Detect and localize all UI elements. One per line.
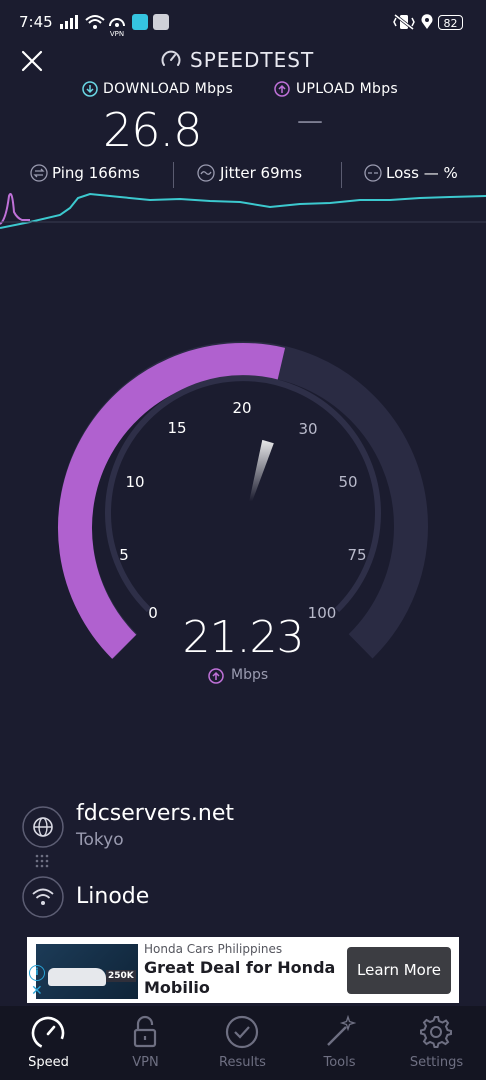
jitter-value: 69ms [260,164,303,182]
gauge-needle [249,439,274,502]
download-value: 26.8 [103,103,202,157]
ad-price-tag: 250K [106,970,136,982]
nav-results[interactable]: Results [194,1006,291,1080]
ad-headline-line: Mobilio [144,978,210,997]
upload-arrow-icon [208,668,224,684]
gauge-tick: 75 [347,546,366,564]
gauge-tick: 30 [298,420,317,438]
upload-value: — [297,106,323,136]
ping-stat: Ping 166ms [52,164,140,182]
ping-icon [30,164,48,182]
jitter-stat: Jitter 69ms [220,164,302,182]
download-arrow-icon [82,81,98,97]
upload-label: UPLOAD Mbps [296,81,399,97]
gauge-tick: 20 [232,399,251,417]
ad-banner[interactable]: 250K i ✕ Honda Cars Philippines Great De… [27,937,459,1003]
app-title: SPEEDTEST [190,48,315,72]
lock-icon [133,1015,157,1048]
close-button[interactable] [17,46,47,76]
download-label: DOWNLOAD Mbps [103,81,234,97]
upload-arrow-icon [274,81,290,97]
server-host[interactable]: fdcservers.net [76,801,234,826]
magic-wand-icon [327,1015,356,1046]
gauge-tick: 5 [119,546,129,564]
loss-value: — [423,164,439,182]
app-notification-icon [132,14,148,30]
connector-dots-icon [35,854,49,868]
checkmark-circle-icon [225,1015,259,1049]
status-time: 7:45 [19,13,53,31]
nav-label: VPN [132,1055,159,1070]
jitter-label: Jitter [220,164,256,182]
unit-label: Mbps [231,667,269,683]
gauge-tick: 15 [167,419,186,437]
ad-advertiser: Honda Cars Philippines [144,942,283,956]
loss-stat: Loss — % [386,164,458,182]
app-notification-icon [153,14,169,30]
vpn-status-icon: VPN [107,12,127,38]
car-image [48,968,106,986]
ad-close-icon[interactable]: ✕ [31,983,43,999]
speedometer-icon [31,1016,65,1050]
ping-label: Ping [52,164,84,182]
gauge-tick: 50 [338,473,357,491]
ping-value: 166ms [88,164,140,182]
ad-headline: Great Deal for Honda Mobilio [144,958,335,998]
nav-label: Results [219,1055,266,1070]
nav-speed[interactable]: Speed [0,1006,97,1080]
server-location: Tokyo [76,830,124,850]
speed-graph [0,192,486,229]
nav-label: Tools [323,1055,356,1070]
ad-image[interactable]: 250K [36,944,138,999]
loss-icon [364,164,382,182]
provider-name: Linode [76,884,150,909]
loss-label: Loss [386,164,419,182]
battery-indicator: 82 [438,15,463,30]
nav-vpn[interactable]: VPN [97,1006,194,1080]
vpn-status-label: VPN [109,30,125,38]
vibrate-mute-icon [393,14,415,30]
ad-headline-line: Great Deal for Honda [144,958,336,977]
current-speed-value: 21.23 [182,612,305,663]
wifi-status-icon [85,15,105,29]
globe-icon [22,806,64,848]
nav-tools[interactable]: Tools [291,1006,388,1080]
location-icon [421,14,433,29]
nav-settings[interactable]: Settings [388,1006,485,1080]
status-bar: 7:45 VPN 82 [0,0,486,44]
gear-icon [420,1016,452,1048]
ad-info-icon[interactable]: i [29,965,45,981]
nav-label: Speed [28,1055,69,1070]
signal-icon [60,15,78,29]
loss-unit: % [443,164,458,182]
bottom-navigation: Speed VPN Results Tools Settings [0,1006,486,1080]
gauge-tick: 10 [125,473,144,491]
ad-cta-button[interactable]: Learn More [347,947,451,994]
wifi-provider-icon [22,876,64,918]
nav-label: Settings [409,1055,464,1070]
speedtest-logo-icon [161,50,181,66]
jitter-icon [197,164,215,182]
